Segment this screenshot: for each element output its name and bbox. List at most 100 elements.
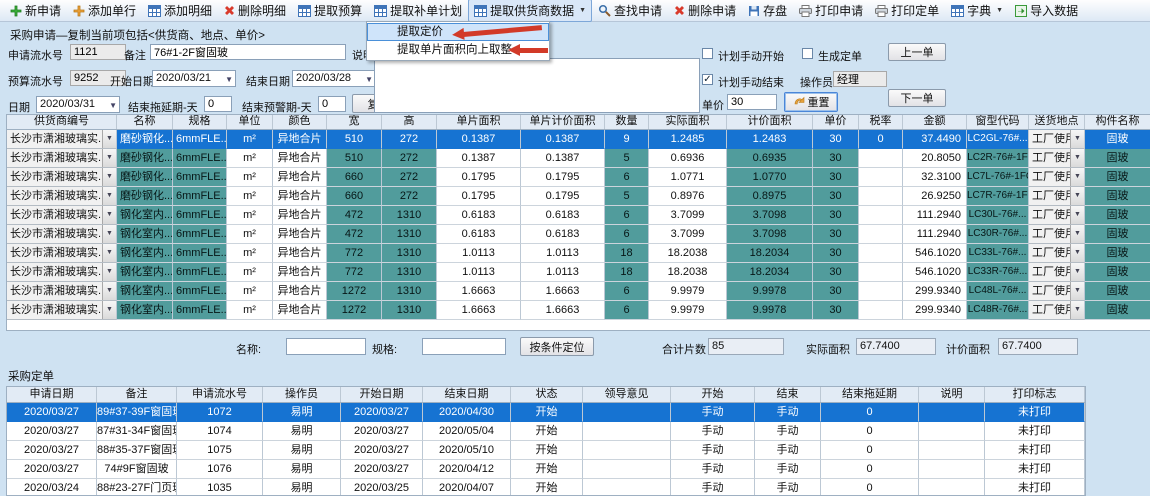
cell[interactable]: 开始 — [511, 422, 583, 441]
cell[interactable]: 0.1795 — [437, 168, 521, 187]
cell[interactable]: 30 — [813, 282, 859, 301]
cell[interactable]: 74#9F窗固玻 — [97, 460, 177, 479]
supplier-combo-cell[interactable]: 长沙市潇湘玻璃实...▼ — [7, 301, 117, 320]
cell[interactable]: 1.0771 — [649, 168, 727, 187]
locate-button[interactable]: 按条件定位 — [520, 337, 594, 356]
detail-table-row[interactable]: 长沙市潇湘玻璃实...▼磨砂钢化...6mmFLE...m²异地合片510272… — [7, 149, 1150, 168]
cell[interactable]: 6 — [605, 301, 649, 320]
cell[interactable]: 易明 — [263, 422, 341, 441]
supplier-combo-cell[interactable]: 长沙市潇湘玻璃实...▼ — [7, 263, 117, 282]
toolbar-item-save[interactable]: 存盘 — [742, 0, 793, 22]
start-date-combo[interactable]: 2020/03/21▼ — [152, 70, 236, 87]
cell[interactable]: 0.6183 — [521, 225, 605, 244]
cell[interactable]: 1272 — [327, 282, 382, 301]
cell[interactable]: 0.1387 — [437, 130, 521, 149]
cell[interactable]: 1310 — [382, 206, 437, 225]
cell[interactable] — [583, 422, 671, 441]
cell[interactable] — [859, 225, 903, 244]
plan-manual-end-checkbox[interactable]: ✓ — [702, 74, 713, 85]
cell[interactable]: 手动 — [755, 403, 821, 422]
cell[interactable]: 88#23-27F门页玻 — [97, 479, 177, 496]
delivery-combo-cell[interactable]: 工厂使用▼ — [1029, 282, 1085, 301]
toolbar-item-delete-detail[interactable]: 删除明细 — [218, 0, 292, 22]
cell[interactable]: 固玻 — [1085, 187, 1150, 206]
cell[interactable]: 2020/03/27 — [341, 422, 423, 441]
cell[interactable]: m² — [227, 301, 273, 320]
toolbar-item-dictionary[interactable]: 字典▼ — [945, 0, 1009, 22]
cell[interactable]: 0.1795 — [521, 168, 605, 187]
cell[interactable]: 2020/03/27 — [7, 422, 97, 441]
chevron-down-icon[interactable]: ▼ — [1070, 282, 1084, 300]
cell[interactable]: 510 — [327, 130, 382, 149]
cell[interactable]: 1.0113 — [437, 244, 521, 263]
cell[interactable]: 钢化室内... — [117, 282, 173, 301]
cell[interactable]: 37.4490 — [903, 130, 967, 149]
cell[interactable]: 9.9979 — [649, 301, 727, 320]
chevron-down-icon[interactable]: ▼ — [1070, 187, 1084, 205]
cell[interactable]: 固玻 — [1085, 149, 1150, 168]
cell[interactable]: LC7R-76#-1FO — [967, 187, 1029, 206]
cell[interactable]: 660 — [327, 187, 382, 206]
cell[interactable]: 3.7098 — [727, 225, 813, 244]
cell[interactable]: 0.6183 — [521, 206, 605, 225]
cell[interactable]: 固玻 — [1085, 206, 1150, 225]
cell[interactable]: 异地合片 — [273, 168, 327, 187]
cell[interactable]: 固玻 — [1085, 130, 1150, 149]
cell[interactable]: 固玻 — [1085, 225, 1150, 244]
cell[interactable] — [583, 479, 671, 496]
cell[interactable]: m² — [227, 130, 273, 149]
detail-table-row[interactable]: 长沙市潇湘玻璃实...▼钢化室内...6mmFLE...m²异地合片772131… — [7, 263, 1150, 282]
cell[interactable]: 未打印 — [985, 460, 1085, 479]
cell[interactable]: 0.1387 — [437, 149, 521, 168]
chevron-down-icon[interactable]: ▼ — [1070, 168, 1084, 186]
cell[interactable]: 2020/03/27 — [7, 460, 97, 479]
cell[interactable]: 1.6663 — [437, 282, 521, 301]
cell[interactable]: 磨砂钢化... — [117, 130, 173, 149]
cell[interactable] — [919, 479, 985, 496]
chevron-down-icon[interactable]: ▼ — [102, 282, 116, 300]
cell[interactable]: 299.9340 — [903, 282, 967, 301]
cell[interactable]: 易明 — [263, 441, 341, 460]
cell[interactable]: 2020/04/30 — [423, 403, 511, 422]
supplier-combo-cell[interactable]: 长沙市潇湘玻璃实...▼ — [7, 282, 117, 301]
detail-table-row[interactable]: 长沙市潇湘玻璃实...▼钢化室内...6mmFLE...m²异地合片472131… — [7, 206, 1150, 225]
cell[interactable]: 0 — [821, 403, 919, 422]
cell[interactable]: 磨砂钢化... — [117, 187, 173, 206]
detail-table-row[interactable]: 长沙市潇湘玻璃实...▼磨砂钢化...6mmFLE...m²异地合片510272… — [7, 130, 1150, 149]
cell[interactable]: 0.1795 — [437, 187, 521, 206]
delivery-combo-cell[interactable]: 工厂使用▼ — [1029, 244, 1085, 263]
cell[interactable]: 0 — [821, 422, 919, 441]
supplier-combo-cell[interactable]: 长沙市潇湘玻璃实...▼ — [7, 168, 117, 187]
cell[interactable]: 固玻 — [1085, 301, 1150, 320]
cell[interactable]: 0.8976 — [649, 187, 727, 206]
cell[interactable]: 开始 — [511, 403, 583, 422]
cell[interactable]: 9 — [605, 130, 649, 149]
chevron-down-icon[interactable]: ▼ — [1070, 225, 1084, 243]
delivery-combo-cell[interactable]: 工厂使用▼ — [1029, 168, 1085, 187]
detail-table-row[interactable]: 长沙市潇湘玻璃实...▼钢化室内...6mmFLE...m²异地合片772131… — [7, 244, 1150, 263]
cell[interactable]: 未打印 — [985, 479, 1085, 496]
supplier-combo-cell[interactable]: 长沙市潇湘玻璃实...▼ — [7, 206, 117, 225]
cell[interactable]: 546.1020 — [903, 263, 967, 282]
cell[interactable]: 546.1020 — [903, 244, 967, 263]
cell[interactable]: 1310 — [382, 263, 437, 282]
end-date-combo[interactable]: 2020/03/28▼ — [292, 70, 376, 87]
cell[interactable]: 手动 — [671, 422, 755, 441]
detail-table-row[interactable]: 长沙市潇湘玻璃实...▼钢化室内...6mmFLE...m²异地合片127213… — [7, 301, 1150, 320]
cell[interactable]: 18.2038 — [649, 263, 727, 282]
cell[interactable]: 3.7099 — [649, 225, 727, 244]
cell[interactable]: 5 — [605, 149, 649, 168]
cell[interactable]: 9.9978 — [727, 282, 813, 301]
cell[interactable] — [859, 149, 903, 168]
delivery-combo-cell[interactable]: 工厂使用▼ — [1029, 187, 1085, 206]
cell[interactable]: 开始 — [511, 460, 583, 479]
supplier-combo-cell[interactable]: 长沙市潇湘玻璃实...▼ — [7, 130, 117, 149]
cell[interactable] — [583, 403, 671, 422]
delivery-combo-cell[interactable]: 工厂使用▼ — [1029, 225, 1085, 244]
cell[interactable]: 1.0113 — [437, 263, 521, 282]
supplier-combo-cell[interactable]: 长沙市潇湘玻璃实...▼ — [7, 187, 117, 206]
cell[interactable]: LC48R-76#... — [967, 301, 1029, 320]
locate-spec-input[interactable] — [422, 338, 506, 355]
cell[interactable]: 3.7098 — [727, 206, 813, 225]
cell[interactable]: 手动 — [755, 479, 821, 496]
